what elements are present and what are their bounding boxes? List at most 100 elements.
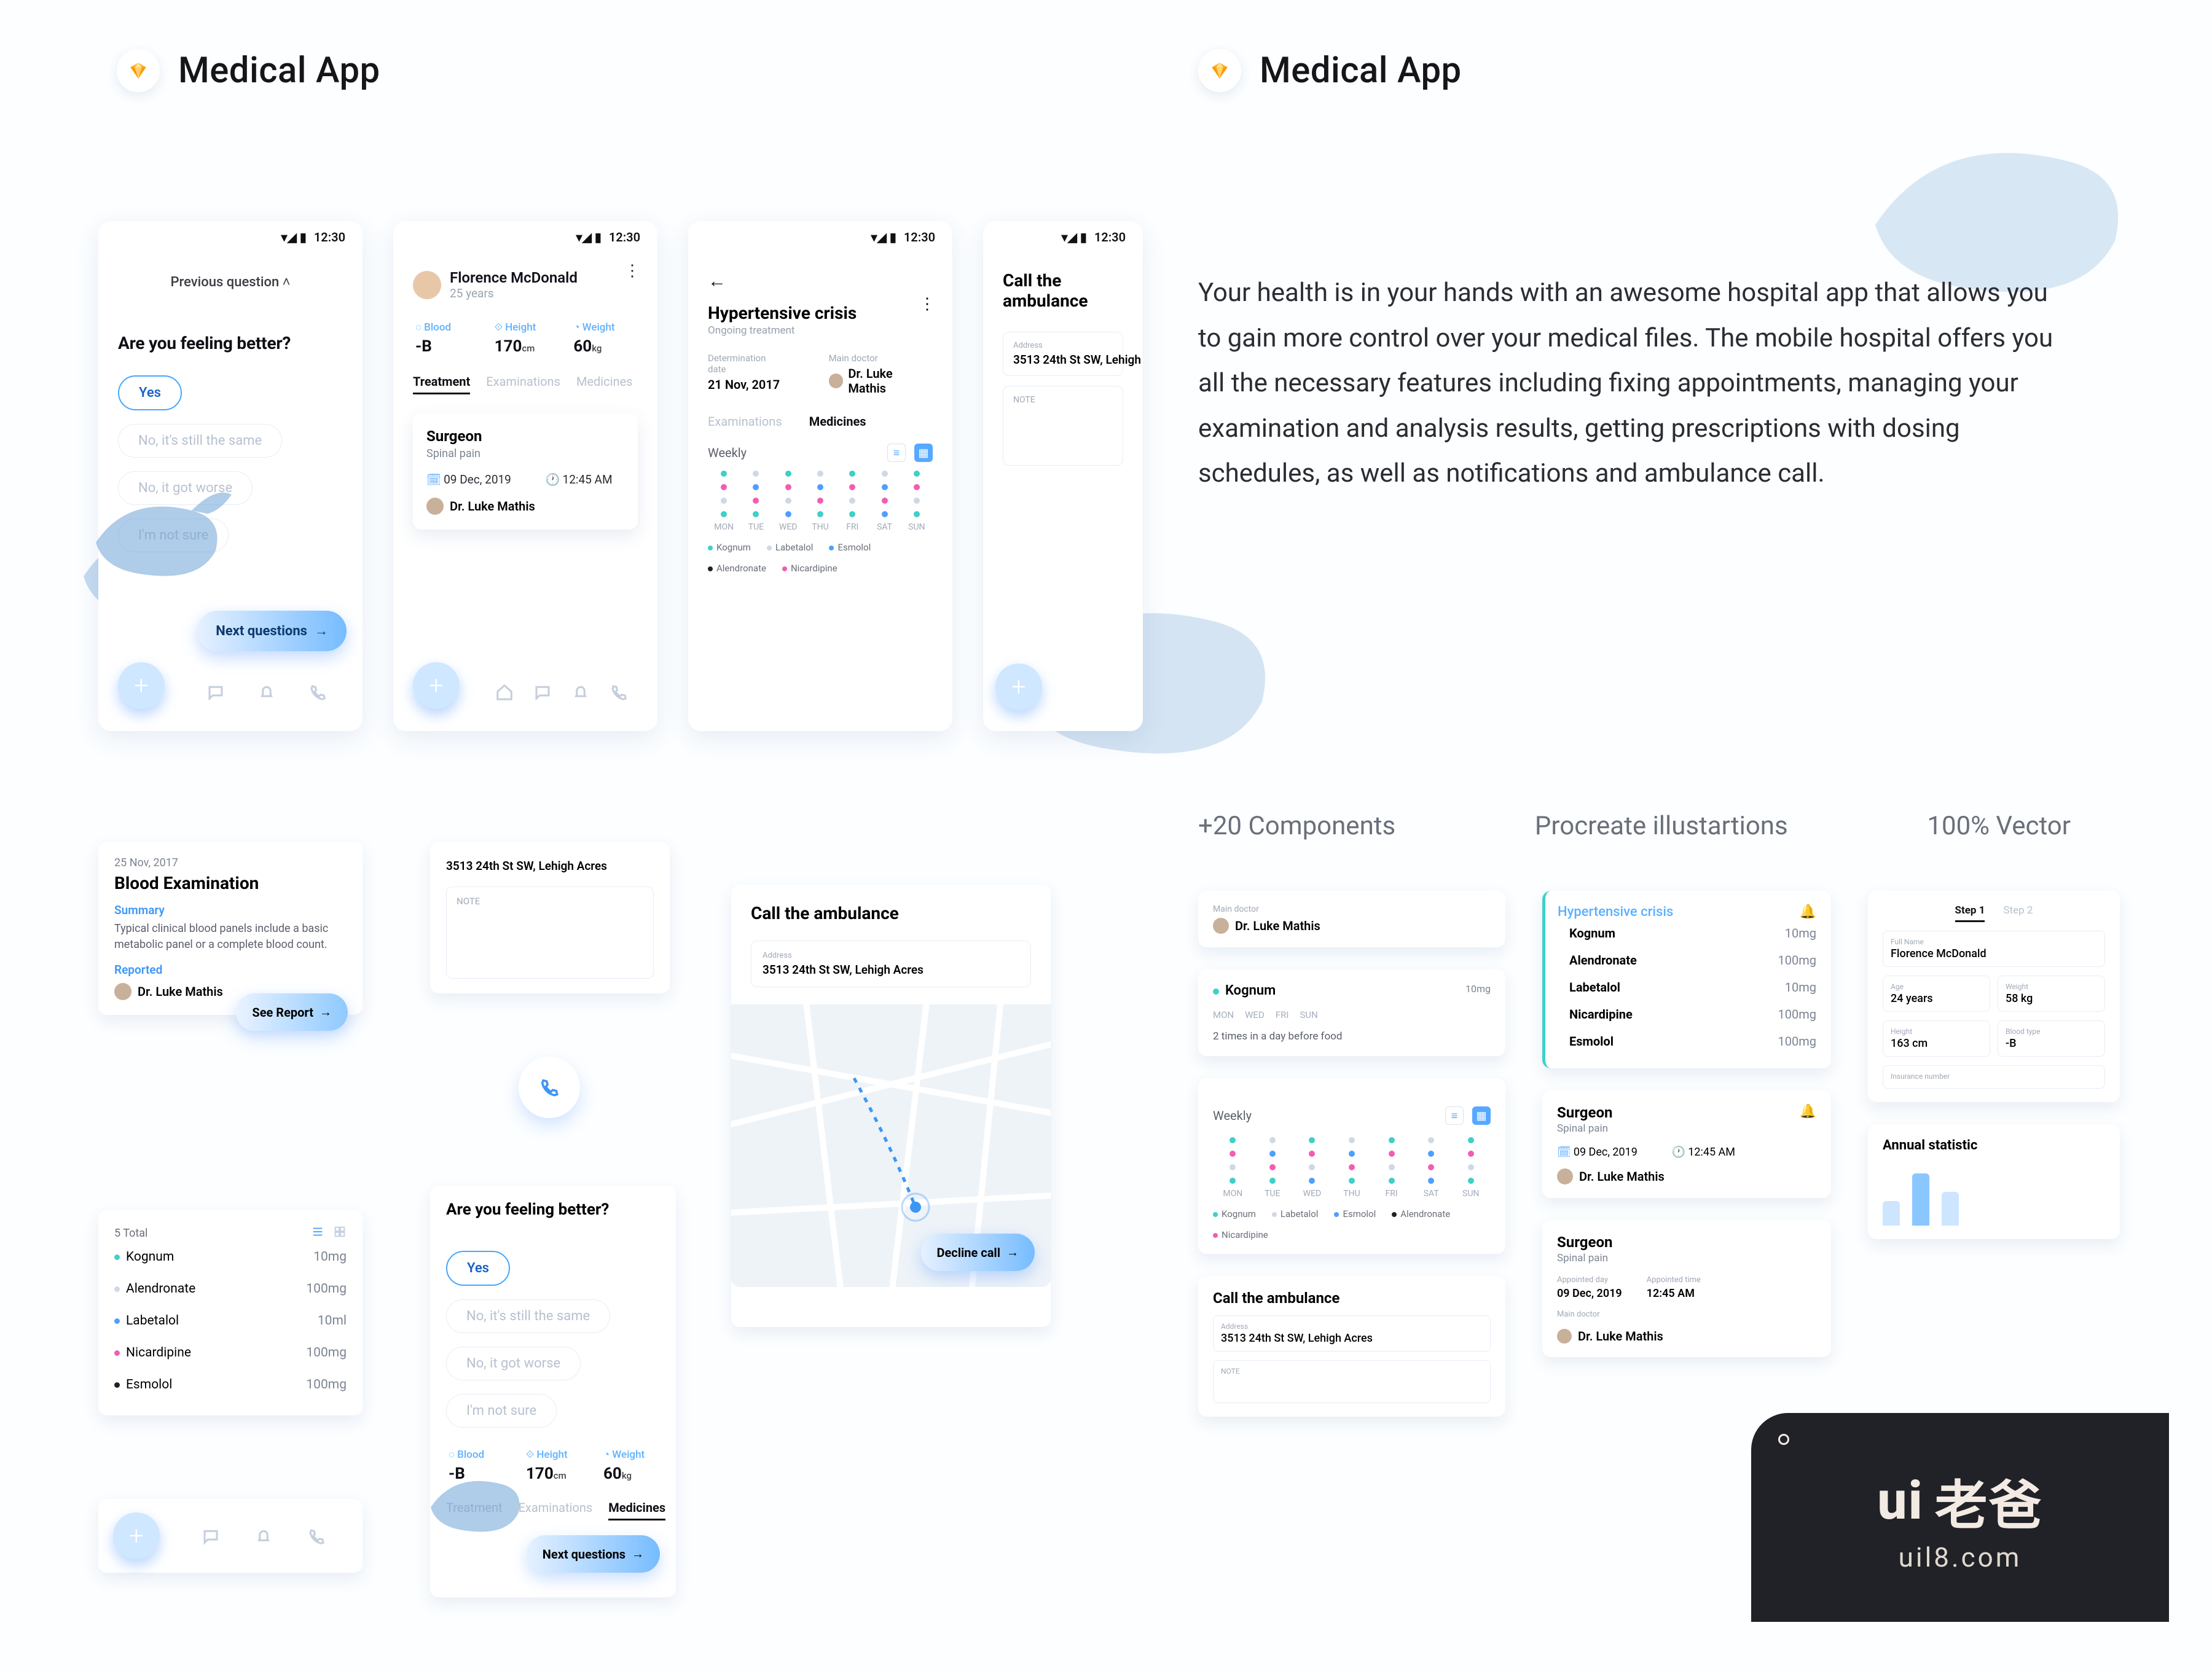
bell-icon[interactable]: 🔔 — [1800, 904, 1816, 920]
calendar-view-icon[interactable]: ▦ — [1472, 1106, 1491, 1125]
watermark: ui老爸 uil8.com — [1751, 1413, 2169, 1622]
next-questions-button[interactable]: Next questions→ — [197, 611, 347, 651]
profile-age: 25 years — [450, 286, 578, 300]
calendar-view-icon[interactable]: ▦ — [914, 444, 933, 462]
list-icon[interactable] — [311, 1225, 324, 1239]
step-2[interactable]: Step 2 — [2003, 904, 2033, 922]
option-unsure[interactable]: I'm not sure — [446, 1394, 557, 1428]
fab-add[interactable] — [113, 1513, 160, 1559]
arrow-right-icon: → — [632, 1546, 644, 1562]
list-view-icon[interactable]: ≡ — [1445, 1106, 1464, 1125]
form-card: Step 1Step 2 Full NameFlorence McDonald … — [1868, 891, 2120, 1102]
tab-examinations[interactable]: Examinations — [708, 414, 782, 429]
kognum-card[interactable]: Kognum10mg MONWEDFRISUN 2 times in a day… — [1198, 969, 1505, 1056]
bell-icon[interactable] — [254, 1527, 273, 1546]
chat-icon[interactable] — [533, 683, 552, 702]
decline-call-button[interactable]: Decline call→ — [921, 1234, 1035, 1271]
page-title: Medical App — [178, 50, 380, 92]
option-yes[interactable]: Yes — [118, 375, 182, 410]
whale-icon — [419, 1455, 536, 1548]
avatar[interactable] — [413, 271, 441, 299]
address-field[interactable]: Address3513 24th St SW, Lehigh Acres — [751, 941, 1031, 987]
crisis-title: Hypertensive crisis — [708, 303, 933, 323]
arrow-right-icon: → — [315, 623, 328, 639]
bottom-nav — [190, 683, 343, 702]
bell-icon[interactable]: 🔔 — [1800, 1104, 1816, 1119]
height-value: 170cm — [495, 337, 557, 356]
status-bar: ▾◢ ▮12:30 — [1061, 230, 1126, 245]
phone-icon[interactable] — [610, 683, 628, 702]
height-field[interactable]: Height163 cm — [1883, 1020, 1990, 1057]
exam-title: Blood Examination — [114, 873, 347, 893]
option-worse[interactable]: No, it got worse — [446, 1347, 581, 1380]
doctor-role: Surgeon — [426, 428, 624, 445]
address-field[interactable]: Address3513 24th St SW, Lehigh Acres — [1003, 332, 1123, 376]
appointment-card[interactable]: Surgeon Spinal pain 🗓09 Dec, 2019🕐12:45 … — [413, 413, 638, 530]
option-same[interactable]: No, it's still the same — [118, 424, 282, 458]
chat-icon[interactable] — [202, 1527, 220, 1546]
status-bar: ▾◢ ▮12:30 — [871, 230, 935, 245]
address-field[interactable]: Address3513 24th St SW, Lehigh Acres — [1213, 1315, 1491, 1352]
appointment-time: 🕐12:45 AM — [546, 472, 613, 487]
header-right: Medical App — [1198, 49, 1462, 92]
call-button[interactable] — [519, 1057, 580, 1118]
bloodtype-field[interactable]: Blood type-B — [1998, 1020, 2105, 1057]
fab-call[interactable] — [995, 663, 1042, 710]
question-title: Are you feeling better? — [118, 333, 343, 353]
address-value: 3513 24th St SW, Lehigh Acres — [446, 859, 654, 873]
note-field[interactable]: NOTE — [1003, 386, 1123, 466]
home-icon[interactable] — [495, 683, 514, 702]
next-questions-button[interactable]: Next questions→ — [527, 1535, 660, 1573]
previous-question-link[interactable]: Previous question ˄ — [118, 274, 343, 290]
map-view[interactable]: Decline call→ — [731, 1004, 1051, 1287]
blood-value: -B — [415, 337, 477, 356]
insurance-field[interactable]: Insurance number — [1883, 1065, 2105, 1089]
reported-heading: Reported — [114, 963, 347, 977]
fab-add[interactable] — [118, 662, 165, 709]
tab-medicines[interactable]: Medicines — [576, 374, 633, 394]
tab-examinations[interactable]: Examinations — [486, 374, 560, 394]
surgeon-detail-card: Surgeon Spinal pain Appointed day09 Dec,… — [1542, 1220, 1831, 1357]
meds-total: 5 Total — [114, 1227, 147, 1240]
weight-field[interactable]: Weight58 kg — [1998, 976, 2105, 1012]
grid-icon[interactable] — [333, 1225, 347, 1239]
phone-icon[interactable] — [307, 1527, 326, 1546]
more-icon[interactable]: ⋮ — [919, 295, 935, 313]
bell-icon[interactable] — [257, 683, 276, 702]
tab-treatment[interactable]: Treatment — [413, 374, 470, 394]
fab-add[interactable] — [413, 662, 460, 709]
see-report-button[interactable]: See Report→ — [236, 993, 348, 1031]
surgeon-card[interactable]: 🔔 Surgeon Spinal pain 🗓09 Dec, 2019🕐12:4… — [1542, 1090, 1831, 1198]
step-1[interactable]: Step 1 — [1955, 904, 1985, 922]
bottom-nav — [485, 683, 638, 702]
height-label: ⟐ Height — [495, 321, 557, 334]
phone-question: ▾◢ ▮12:30 Previous question ˄ Are you fe… — [98, 221, 363, 731]
blood-label: ◌ Blood — [415, 321, 477, 334]
chat-icon[interactable] — [206, 683, 225, 702]
weight-value: 60kg — [573, 337, 635, 356]
option-yes[interactable]: Yes — [446, 1251, 510, 1286]
note-field[interactable]: NOTE — [1213, 1360, 1491, 1403]
dose-note: 2 times in a day before food — [1213, 1030, 1491, 1043]
meta-row: +20 Components Procreate illustartions 1… — [1198, 811, 2071, 841]
phone-icon[interactable] — [308, 683, 327, 702]
components-count: +20 Components — [1198, 811, 1395, 841]
note-field[interactable]: NOTE — [446, 886, 654, 979]
tab-medicines[interactable]: Medicines — [608, 1500, 665, 1520]
legend: KognumLabetalolEsmolol AlendronateNicard… — [708, 542, 933, 574]
back-icon[interactable]: ← — [708, 270, 933, 292]
fab-bar-card — [98, 1499, 363, 1573]
list-view-icon[interactable]: ≡ — [887, 444, 906, 462]
fullname-field[interactable]: Full NameFlorence McDonald — [1883, 931, 2105, 967]
status-bar: ▾◢ ▮12:30 — [576, 230, 640, 245]
tab-medicines[interactable]: Medicines — [809, 414, 866, 429]
annual-statistic-card: Annual statistic — [1868, 1124, 2120, 1239]
option-same[interactable]: No, it's still the same — [446, 1299, 610, 1333]
address-card: 3513 24th St SW, Lehigh Acres NOTE — [430, 842, 670, 993]
arrow-right-icon: → — [320, 1004, 332, 1020]
vector-label: 100% Vector — [1927, 811, 2071, 841]
crisis-subtitle: Ongoing treatment — [708, 324, 933, 337]
more-icon[interactable]: ⋮ — [624, 262, 641, 280]
age-field[interactable]: Age24 years — [1883, 976, 1990, 1012]
bell-icon[interactable] — [571, 683, 590, 702]
